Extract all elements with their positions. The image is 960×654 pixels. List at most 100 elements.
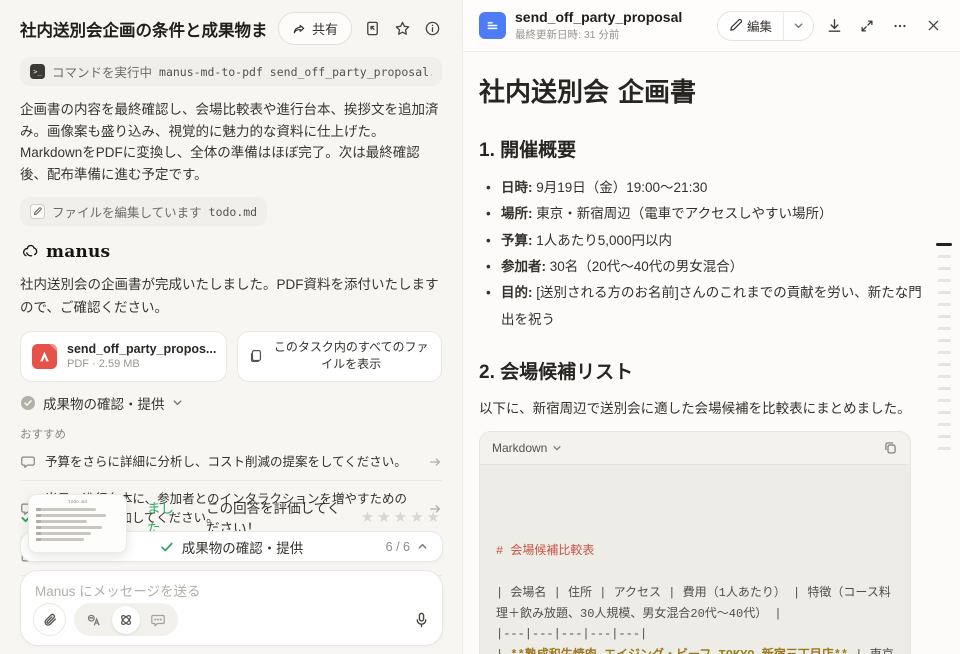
share-label: 共有 (312, 19, 338, 38)
file-edit-chip[interactable]: ファイルを編集しています todo.md (20, 197, 267, 226)
outline-marker (938, 315, 951, 318)
attachment-meta: PDF · 2.59 MB (67, 358, 216, 370)
document-header: send_off_party_proposal 最終更新日時: 31 分前 編集 (463, 0, 960, 52)
todo-popup-line (36, 532, 91, 535)
mode-switcher (74, 603, 178, 636)
share-button[interactable]: 共有 (278, 12, 352, 45)
knot-icon (118, 612, 134, 628)
outline-marker (938, 387, 951, 390)
voice-input-button[interactable] (413, 611, 430, 628)
outline-marker (938, 399, 951, 402)
overview-item: 日時: 9月19日（金）19:00〜21:30 (479, 175, 930, 201)
suggestion-text: 予算をさらに詳細に分析し、コスト削減の提案をしてください。 (45, 453, 419, 472)
paperclip-icon (42, 612, 58, 628)
outline-marker-current (936, 243, 952, 246)
star-icon[interactable]: ★ (394, 509, 410, 526)
overview-item: 場所: 東京・新宿周辺（電車でアクセスしやすい場所） (479, 201, 930, 227)
files-stack-icon (248, 348, 264, 364)
chat-icon (20, 454, 36, 470)
edit-pencil-icon (729, 19, 742, 32)
outline-marker (938, 423, 951, 426)
star-icon[interactable]: ★ (427, 509, 443, 526)
code-block-body: # 会場候補比較表 | 会場名 | 住所 | アクセス | 費用（1人あたり） … (480, 465, 910, 654)
code-language-label: Markdown (492, 441, 547, 455)
todo-popup-lines (36, 508, 119, 541)
venues-intro: 以下に、新宿周辺で送別会に適した会場候補を比較表にまとめました。 (479, 397, 930, 417)
rating-stars[interactable]: ★★★★★ (361, 508, 443, 526)
overview-list: 日時: 9月19日（金）19:00〜21:30場所: 東京・新宿周辺（電車でアク… (479, 175, 930, 333)
edit-options-button[interactable] (783, 12, 813, 40)
conversation-title: 社内送別会企画の条件と成果物ま... (20, 17, 268, 41)
progress-count: 6 / 6 (386, 540, 410, 554)
doc-h2-venues: 2. 会場候補リスト (479, 357, 930, 384)
todo-popup-line (36, 508, 96, 511)
close-panel-button[interactable] (920, 13, 946, 39)
outline-marker (938, 375, 951, 378)
pdf-attachment-card[interactable]: send_off_party_propos... PDF · 2.59 MB (20, 331, 227, 382)
outline-marker (938, 279, 951, 282)
code-content: # 会場候補比較表 | 会場名 | 住所 | アクセス | 費用（1人あたり） … (496, 544, 894, 654)
edit-button[interactable]: 編集 (718, 12, 783, 40)
suggestion-item[interactable]: 予算をさらに詳細に分析し、コスト削減の提案をしてください。 (20, 444, 442, 482)
composer-toolbar (33, 603, 430, 636)
code-language-dropdown[interactable]: Markdown (492, 441, 562, 455)
microphone-icon (413, 611, 430, 628)
copy-code-button[interactable] (883, 440, 898, 455)
document-content: 社内送別会 企画書 1. 開催概要 日時: 9月19日（金）19:00〜21:3… (463, 52, 960, 654)
more-options-button[interactable] (887, 13, 913, 39)
edit-split-button: 編集 (717, 11, 814, 41)
outline-marker (938, 351, 951, 354)
deliverable-status-row[interactable]: 成果物の確認・提供 (20, 393, 442, 413)
check-circle-icon (20, 395, 36, 411)
document-file-icon (479, 12, 506, 39)
command-text: manus-md-to-pdf send_off_party_proposal.… (159, 65, 432, 79)
agent-name: manus (46, 242, 110, 262)
view-all-files-label: このタスク内のすべてのファイルを表示 (271, 339, 431, 374)
pdf-file-icon (31, 343, 58, 370)
outline-marker (938, 291, 951, 294)
terminal-icon: >_ (30, 64, 45, 79)
adaptive-mode-button[interactable] (80, 606, 108, 634)
todo-popup-line (36, 526, 102, 529)
code-block: Markdown # 会場候補比較表 | 会場名 | 住所 | アクセス | 費… (479, 431, 911, 654)
attach-file-button[interactable] (33, 603, 66, 636)
agent-mode-icon (86, 612, 102, 628)
file-edit-label: ファイルを編集しています (52, 202, 202, 221)
outline-marker (938, 327, 951, 330)
info-icon[interactable] (422, 19, 442, 39)
open-as-page-button[interactable] (362, 19, 382, 39)
agent-message: 社内送別会の企画書が完成いたしました。PDF資料を添付いたしますので、ご確認くだ… (20, 274, 442, 319)
document-outline-scrubber[interactable] (936, 243, 954, 459)
todo-popup-line (36, 514, 106, 517)
outline-marker (938, 339, 951, 342)
doc-h1: 社内送別会 企画書 (479, 72, 930, 109)
expand-button[interactable] (854, 13, 880, 39)
outline-marker (938, 303, 951, 306)
document-title: send_off_party_proposal (515, 9, 717, 25)
star-icon[interactable]: ★ (410, 509, 426, 526)
attachments-row: send_off_party_propos... PDF · 2.59 MB こ… (20, 331, 442, 382)
download-button[interactable] (821, 13, 847, 39)
chat-panel: 社内送別会企画の条件と成果物ま... 共有 >_ コマンドを実行中 manus-… (0, 0, 462, 654)
progress-label: 成果物の確認・提供 (182, 537, 304, 557)
agent-knot-mode-button[interactable] (112, 606, 140, 634)
chat-mode-button[interactable] (144, 606, 172, 634)
manus-logo-icon (20, 243, 39, 262)
overview-item: 参加者: 30名（20代〜40代の男女混合） (479, 254, 930, 280)
outline-marker (938, 435, 951, 438)
star-icon[interactable]: ★ (377, 509, 393, 526)
arrow-right-icon (428, 455, 442, 469)
edit-label: 編集 (747, 16, 772, 35)
document-panel: send_off_party_proposal 最終更新日時: 31 分前 編集 (462, 0, 960, 654)
view-all-files-button[interactable]: このタスク内のすべてのファイルを表示 (237, 331, 442, 382)
message-input[interactable] (35, 584, 428, 599)
command-chip[interactable]: >_ コマンドを実行中 manus-md-to-pdf send_off_par… (20, 57, 442, 86)
todo-preview-popup: todo.md (28, 494, 127, 553)
document-updated: 最終更新日時: 31 分前 (515, 27, 717, 42)
doc-h2-overview: 1. 開催概要 (479, 135, 930, 162)
attachment-name: send_off_party_propos... (67, 342, 216, 356)
todo-popup-title: todo.md (36, 500, 119, 505)
favorite-star-icon[interactable] (392, 19, 412, 39)
star-icon[interactable]: ★ (361, 509, 377, 526)
outline-marker (938, 411, 951, 414)
